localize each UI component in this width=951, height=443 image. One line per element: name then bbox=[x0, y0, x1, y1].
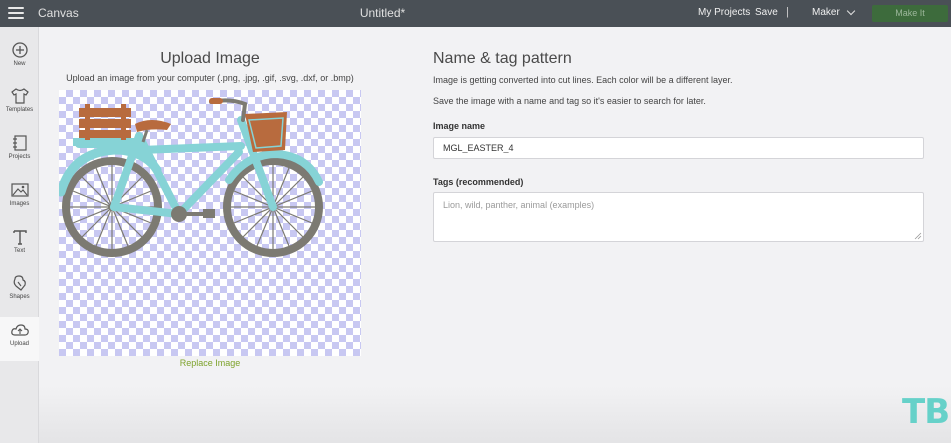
my-projects-link[interactable]: My Projects bbox=[698, 7, 750, 18]
sidebar-item-label: New bbox=[13, 61, 26, 67]
sidebar-item-upload[interactable]: Upload bbox=[0, 317, 39, 361]
top-bar: Canvas Untitled* My Projects Save | Make… bbox=[0, 0, 951, 27]
header-separator: | bbox=[786, 6, 789, 18]
image-name-input[interactable] bbox=[433, 137, 924, 159]
upload-title: Upload Image bbox=[160, 50, 260, 67]
sidebar-item-templates[interactable]: Templates bbox=[0, 83, 39, 127]
sidebar-item-label: Templates bbox=[5, 107, 34, 113]
save-info: Save the image with a name and tag so it… bbox=[433, 96, 706, 106]
crate bbox=[79, 104, 131, 140]
chevron-down-icon bbox=[846, 6, 856, 16]
machine-label: Maker bbox=[812, 7, 840, 18]
machine-selector[interactable]: Maker bbox=[812, 6, 856, 18]
left-sidebar: New Templates Projects Images Text Shape… bbox=[0, 27, 39, 443]
cloud-upload-icon bbox=[10, 324, 29, 336]
make-it-button[interactable]: Make It bbox=[872, 5, 948, 22]
plus-circle-icon bbox=[11, 42, 28, 58]
text-icon bbox=[12, 230, 27, 245]
upload-subtitle: Upload an image from your computer (.png… bbox=[66, 73, 354, 83]
sidebar-item-images[interactable]: Images bbox=[0, 177, 39, 221]
form-title: Name & tag pattern bbox=[433, 50, 572, 67]
replace-image-link[interactable]: Replace Image bbox=[58, 358, 362, 368]
projects-icon bbox=[12, 135, 27, 151]
sidebar-item-new[interactable]: New bbox=[0, 37, 39, 81]
image-icon bbox=[10, 183, 29, 197]
save-link[interactable]: Save bbox=[755, 7, 778, 18]
sidebar-item-label: Upload bbox=[9, 341, 29, 347]
sidebar-item-label: Images bbox=[9, 201, 30, 207]
sidebar-item-label: Shapes bbox=[9, 294, 30, 300]
sidebar-item-shapes[interactable]: Shapes bbox=[0, 270, 39, 314]
sidebar-item-label: Text bbox=[13, 248, 25, 254]
channel-watermark: TB bbox=[902, 392, 950, 432]
image-preview bbox=[56, 90, 361, 356]
shirt-icon bbox=[10, 88, 29, 104]
bicycle-image bbox=[56, 98, 323, 257]
tags-input[interactable] bbox=[433, 192, 924, 242]
tags-label: Tags (recommended) bbox=[433, 177, 524, 187]
resize-handle-icon[interactable] bbox=[914, 232, 922, 240]
image-name-label: Image name bbox=[433, 121, 486, 131]
document-title: Untitled* bbox=[359, 6, 406, 20]
sidebar-item-text[interactable]: Text bbox=[0, 224, 39, 268]
sidebar-item-projects[interactable]: Projects bbox=[0, 130, 39, 174]
conversion-info: Image is getting converted into cut line… bbox=[433, 75, 733, 85]
footer-area bbox=[39, 385, 951, 443]
shapes-icon bbox=[13, 275, 26, 291]
sidebar-item-label: Projects bbox=[8, 154, 31, 160]
